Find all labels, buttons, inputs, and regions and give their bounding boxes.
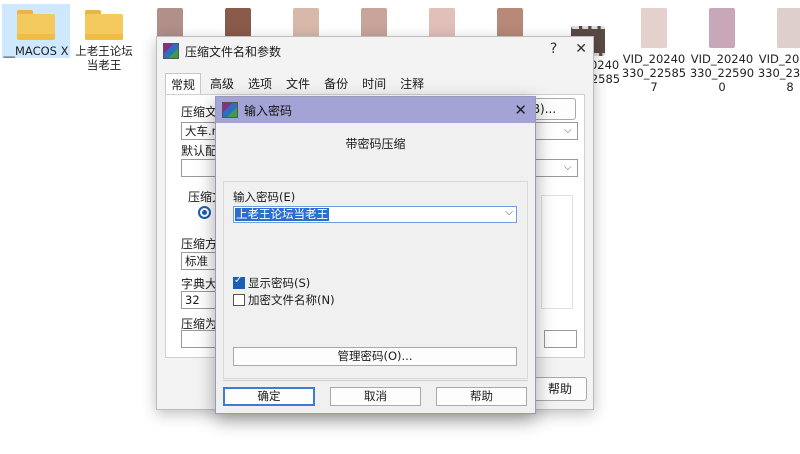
archive-window-title: 压缩文件名和参数 — [185, 44, 282, 59]
password-dialog: 输入密码 ✕ 带密码压缩 输入密码(E) 上老王论坛当老王 ⌵ 显示密码(S) … — [215, 96, 536, 414]
show-password-checkbox[interactable] — [233, 275, 245, 289]
folder-icon — [85, 10, 123, 40]
archive-window-titlebar: 压缩文件名和参数 — [157, 37, 593, 65]
password-value: 上老王论坛当老王 — [235, 207, 329, 221]
video-thumbnail — [641, 8, 667, 48]
manage-passwords-button[interactable]: 管理密码(O)... — [233, 347, 517, 366]
archive-tabs: 常规 高级 选项 文件 备份 时间 注释 — [165, 73, 433, 95]
dialog-separator — [223, 380, 528, 381]
dialog-help-button[interactable]: 帮助 — [436, 387, 527, 406]
encrypt-names-checkbox[interactable] — [233, 294, 245, 306]
options-group-box — [541, 195, 573, 309]
tab-3[interactable]: 文件 — [281, 73, 315, 95]
chevron-down-icon[interactable]: ⌵ — [505, 207, 513, 218]
dictionary-size-label: 字典大 — [181, 277, 218, 291]
video-thumbnail — [777, 8, 800, 48]
desktop-file[interactable]: VID_20240330_230008 — [756, 4, 800, 94]
help-icon[interactable]: ? — [550, 41, 557, 57]
desktop-icon-label: VID_20240330_225857 — [621, 52, 687, 94]
password-input[interactable]: 上老王论坛当老王 ⌵ — [233, 206, 517, 223]
dialog-heading: 带密码压缩 — [345, 137, 406, 151]
enter-password-label: 输入密码(E) — [233, 190, 296, 204]
tab-2[interactable]: 选项 — [243, 73, 277, 95]
winrar-app-icon — [163, 43, 179, 59]
tab-1[interactable]: 高级 — [205, 73, 239, 95]
desktop-icon-label: VID_20240330_225900 — [689, 52, 755, 94]
default-profile-label: 默认配 — [181, 144, 218, 158]
desktop-file[interactable]: VID_20240330_225857 — [620, 4, 688, 94]
compression-method-label: 压缩方 — [181, 237, 218, 251]
chevron-down-icon[interactable]: ⌵ — [564, 125, 572, 136]
desktop-folder[interactable]: __MACOS X — [2, 4, 70, 58]
desktop-icon-label: VID_20240330_230008 — [757, 52, 800, 94]
video-thumbnail — [709, 8, 735, 48]
split-units-select[interactable] — [544, 330, 577, 348]
archive-help-button[interactable]: 帮助 — [533, 377, 587, 401]
winrar-app-icon — [222, 102, 238, 118]
rar-radio[interactable] — [198, 206, 211, 219]
desktop-icon-label: __MACOS X — [3, 44, 69, 58]
tab-6[interactable]: 注释 — [395, 73, 429, 95]
tab-5[interactable]: 时间 — [357, 73, 391, 95]
archive-name-label: 压缩文 — [181, 105, 218, 119]
desktop-file[interactable]: VID_20240330_225900 — [688, 4, 756, 94]
password-dialog-titlebar: 输入密码 — [216, 97, 535, 123]
tab-4[interactable]: 备份 — [319, 73, 353, 95]
tab-0[interactable]: 常规 — [165, 73, 202, 95]
desktop-icon-label: 上老王论坛当老王 — [75, 44, 133, 72]
ok-button[interactable]: 确定 — [223, 387, 315, 406]
folder-icon — [17, 10, 55, 40]
encrypt-names-label[interactable]: 加密文件名称(N) — [248, 292, 335, 308]
show-password-label[interactable]: 显示密码(S) — [248, 275, 310, 291]
desktop-folder[interactable]: 上老王论坛当老王 — [70, 4, 138, 72]
close-icon[interactable]: ✕ — [514, 101, 527, 119]
password-dialog-title: 输入密码 — [244, 103, 293, 118]
cancel-button[interactable]: 取消 — [330, 387, 421, 406]
close-icon[interactable]: ✕ — [575, 41, 587, 57]
chevron-down-icon[interactable]: ⌵ — [564, 162, 572, 173]
